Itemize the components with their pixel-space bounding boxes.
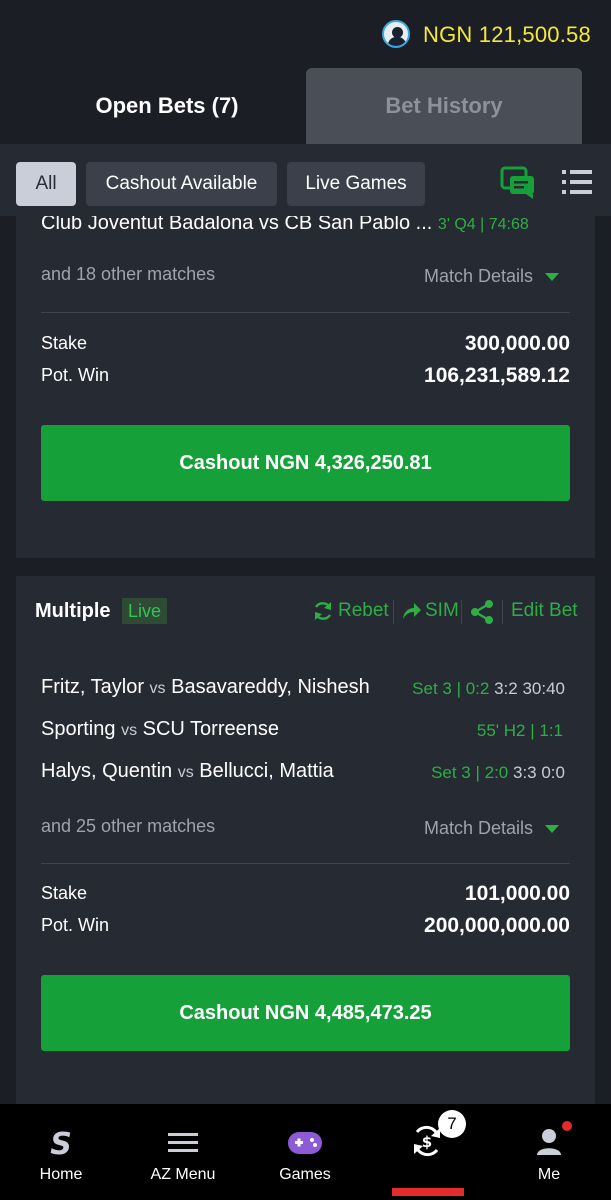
match-teams: Club Joventut Badalona vs CB San Pablo .… <box>41 216 433 234</box>
match-status: Set 3 | 0:2 <box>412 679 490 698</box>
account-balance[interactable]: NGN 121,500.58 <box>423 22 591 48</box>
vs-label: vs <box>121 722 138 739</box>
match-row[interactable]: Fritz, Taylor vs Basavareddy, Nishesh <box>41 676 370 699</box>
sim-button[interactable]: SIM <box>401 600 459 622</box>
home-team: Sporting <box>41 718 116 740</box>
pot-win-value: 106,231,589.12 <box>424 364 570 387</box>
match-row[interactable]: Sporting vs SCU Torreense <box>41 718 279 741</box>
filter-all[interactable]: All <box>16 162 76 206</box>
home-team: Halys, Quentin <box>41 760 173 782</box>
match-row[interactable]: Halys, Quentin vs Bellucci, Mattia <box>41 760 334 783</box>
nav-me[interactable]: Me <box>488 1104 610 1200</box>
hamburger-menu-icon <box>168 1133 198 1152</box>
nav-games[interactable]: Games <box>244 1104 366 1200</box>
share-arrow-icon <box>403 603 421 619</box>
match-status: Set 3 | 2:0 <box>431 763 509 782</box>
match-score: Set 3 | 0:2 3:2 30:40 <box>412 679 565 699</box>
nav-home-label: Home <box>39 1166 83 1183</box>
match-details-toggle[interactable]: Match Details <box>424 266 559 287</box>
list-view-icon[interactable] <box>562 168 592 196</box>
match-details-label: Match Details <box>423 818 533 838</box>
gamepad-icon <box>288 1132 322 1154</box>
pot-win-label: Pot. Win <box>41 365 110 385</box>
stake-label: Stake <box>41 333 88 353</box>
active-tab-indicator <box>392 1188 464 1196</box>
nav-games-label: Games <box>279 1166 331 1183</box>
notification-dot <box>562 1121 572 1131</box>
divider <box>393 600 394 624</box>
tab-bet-history[interactable]: Bet History <box>306 68 582 144</box>
rebet-button[interactable]: Rebet <box>312 600 389 622</box>
match-extra-score: 3:2 30:40 <box>494 679 565 698</box>
match-score: 3' Q4 | 74:68 <box>437 216 529 233</box>
user-avatar-icon[interactable] <box>382 20 410 48</box>
filter-cashout-available[interactable]: Cashout Available <box>86 162 277 206</box>
other-matches-label: and 25 other matches <box>41 816 216 836</box>
match-details-toggle[interactable]: Match Details <box>424 818 559 839</box>
svg-text:S: S <box>50 1127 72 1158</box>
edit-bet-button[interactable]: Edit Bet <box>511 600 578 622</box>
top-bar: NGN 121,500.58 <box>0 0 611 68</box>
match-row[interactable]: Club Joventut Badalona vs CB San Pablo .… <box>41 216 529 235</box>
bet-type-label: Multiple <box>35 600 111 622</box>
divider <box>461 600 462 624</box>
svg-text:$: $ <box>422 1133 432 1151</box>
nav-me-label: Me <box>537 1166 561 1183</box>
divider <box>41 863 570 864</box>
pot-win-label: Pot. Win <box>41 915 110 935</box>
bet-card: Multiple Live Rebet SIM Edit Bet Fritz, … <box>16 576 595 1104</box>
cashout-button[interactable]: Cashout NGN 4,326,250.81 <box>41 425 570 501</box>
away-team: Bellucci, Mattia <box>199 760 334 782</box>
cashout-button[interactable]: Cashout NGN 4,485,473.25 <box>41 975 570 1051</box>
divider <box>502 600 503 624</box>
refresh-icon <box>314 602 332 620</box>
open-bets-count-badge: 7 <box>438 1110 466 1138</box>
tab-open-bets[interactable]: Open Bets (7) <box>30 68 304 144</box>
sporty-logo-icon: S <box>50 1127 72 1158</box>
stake-value: 300,000.00 <box>464 332 570 355</box>
profile-icon <box>537 1129 561 1155</box>
share-icon[interactable] <box>470 599 494 625</box>
filter-live-games[interactable]: Live Games <box>287 162 425 206</box>
vs-label: vs <box>177 764 194 781</box>
chat-icon[interactable] <box>500 166 536 200</box>
nav-home[interactable]: S Home <box>0 1104 122 1200</box>
nav-az-menu-label: AZ Menu <box>150 1166 216 1183</box>
stake-label: Stake <box>41 883 88 903</box>
match-extra-score: 3:3 0:0 <box>513 763 565 782</box>
stake-value: 101,000.00 <box>464 882 570 905</box>
match-status: 55' H2 | 1:1 <box>476 721 563 740</box>
vs-label: vs <box>149 680 166 697</box>
home-team: Fritz, Taylor <box>41 676 144 698</box>
pot-win-value: 200,000,000.00 <box>424 914 570 937</box>
away-team: SCU Torreense <box>142 718 279 740</box>
bet-card: Club Joventut Badalona vs CB San Pablo .… <box>16 216 595 558</box>
bottom-nav: S Home AZ Menu Games $ Me <box>0 1104 611 1200</box>
divider <box>41 312 570 313</box>
rebet-label: Rebet <box>338 600 389 621</box>
match-details-label: Match Details <box>423 266 533 286</box>
match-score: 55' H2 | 1:1 <box>477 721 563 741</box>
nav-open-bets[interactable]: $ <box>366 1104 488 1200</box>
live-badge: Live <box>122 598 168 624</box>
other-matches-label: and 18 other matches <box>41 264 216 284</box>
caret-down-icon <box>545 272 559 281</box>
match-score: Set 3 | 2:0 3:3 0:0 <box>431 763 565 783</box>
nav-az-menu[interactable]: AZ Menu <box>122 1104 244 1200</box>
away-team: Basavareddy, Nishesh <box>171 676 370 698</box>
sim-label: SIM <box>425 600 459 621</box>
bet-tabs: Open Bets (7) Bet History <box>30 68 582 144</box>
caret-down-icon <box>545 824 559 833</box>
